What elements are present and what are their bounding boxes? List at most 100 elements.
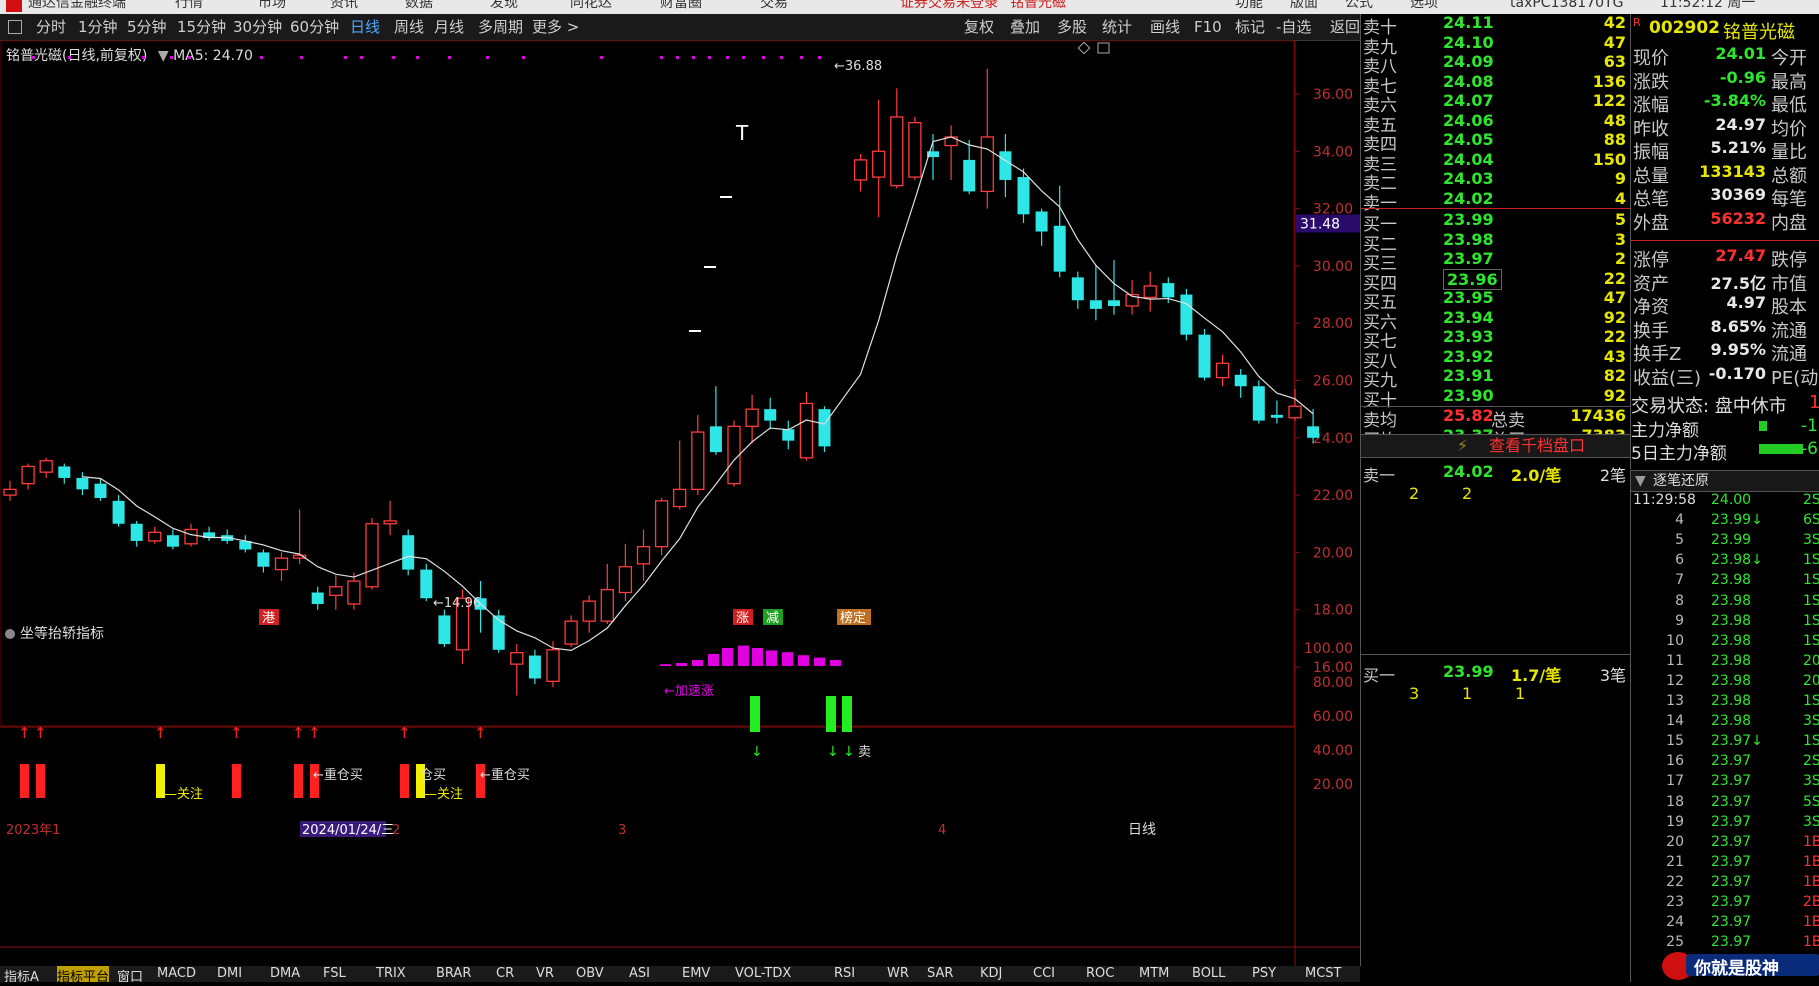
indicator-tab-18[interactable]: KDJ xyxy=(980,966,1002,981)
period-tab-8[interactable]: 月线 xyxy=(434,14,464,40)
topmenu-item-13[interactable]: 公式 xyxy=(1345,0,1373,10)
indicator-tab-11[interactable]: OBV xyxy=(576,966,604,981)
tool-btn-4[interactable]: 画线 xyxy=(1150,14,1180,40)
ob-price: 24.10 xyxy=(1443,32,1494,52)
period-tab-1[interactable]: 1分钟 xyxy=(78,14,118,40)
tool-btn-5[interactable]: F10 xyxy=(1194,14,1222,40)
signal-bar xyxy=(232,764,241,798)
indicator-tab-10[interactable]: VR xyxy=(536,966,554,981)
indicator-tab-2[interactable]: 窗口 xyxy=(117,966,143,982)
tick-row: 24 23.97 1B xyxy=(1666,914,1819,931)
indicator-tab-3[interactable]: MACD xyxy=(157,966,196,981)
topmenu-item-11[interactable]: 功能 xyxy=(1235,0,1263,10)
tool-btn-2[interactable]: 多股 xyxy=(1057,14,1087,40)
indicator-toggle-icon[interactable] xyxy=(5,629,15,639)
candle-body xyxy=(94,483,107,498)
maximize-icon[interactable] xyxy=(1097,42,1110,54)
indicator-tab-12[interactable]: ASI xyxy=(629,966,650,981)
topmenu-item-0[interactable]: 通达信金融终端 xyxy=(28,0,126,10)
indicator-tab-16[interactable]: WR xyxy=(887,966,909,981)
topmenu-item-7[interactable]: 财富圈 xyxy=(660,0,702,10)
tick-row: 5 23.99 3S xyxy=(1675,532,1819,549)
topmenu-item-3[interactable]: 资讯 xyxy=(330,0,358,10)
indicator-tab-6[interactable]: FSL xyxy=(323,966,346,981)
candle-body xyxy=(76,477,89,490)
x-axis-label-3: 3 xyxy=(618,823,626,838)
tick-list-header[interactable]: ▼ 逐笔还原 xyxy=(1631,470,1819,492)
sell1-queue-row[interactable]: 卖一 24.02 2.0/笔 2笔 xyxy=(1361,462,1630,486)
tick-row: 22 23.97 1B xyxy=(1666,873,1819,890)
topmenu-item-5[interactable]: 发现 xyxy=(490,0,518,10)
period-tab-6[interactable]: 日线 xyxy=(350,14,380,40)
accel-bar xyxy=(722,648,733,666)
topmenu-item-16[interactable]: 11:52:12 周一 xyxy=(1660,0,1755,10)
candle-body xyxy=(691,431,705,491)
window-menu-icon[interactable] xyxy=(8,20,22,34)
indicator-tab-0[interactable]: 指标A xyxy=(4,966,39,982)
period-tab-4[interactable]: 30分钟 xyxy=(233,14,282,40)
indicator-tab-21[interactable]: MTM xyxy=(1139,966,1169,981)
topmenu-item-9[interactable]: 证券交易未登录 xyxy=(900,0,998,10)
tool-btn-0[interactable]: 复权 xyxy=(964,14,994,40)
indicator-tab-24[interactable]: MCST xyxy=(1305,966,1342,981)
indicator-tab-8[interactable]: BRAR xyxy=(436,966,471,981)
topmenu-item-1[interactable]: 行情 xyxy=(175,0,203,10)
indicator-tab-7[interactable]: TRIX xyxy=(376,966,406,981)
candle-body xyxy=(112,500,125,524)
indicator-tab-14[interactable]: VOL-TDX xyxy=(735,966,791,981)
indicator-tab-5[interactable]: DMA xyxy=(270,966,300,981)
topmenu-item-10[interactable]: 铭普光磁 xyxy=(1010,0,1066,10)
period-tab-5[interactable]: 60分钟 xyxy=(290,14,339,40)
event-label-3: 榜定 xyxy=(840,610,866,626)
topmenu-item-14[interactable]: 选项 xyxy=(1410,0,1438,10)
accel-bar xyxy=(782,652,793,666)
y-tick-label: 34.00 xyxy=(1313,144,1353,160)
topmenu-item-15[interactable]: taxPC138170TG xyxy=(1510,0,1623,10)
bid-row-9[interactable]: 买十 23.90 92 xyxy=(1361,385,1630,411)
indicator-tab-15[interactable]: RSI xyxy=(834,966,855,981)
period-tab-10[interactable]: 更多 > xyxy=(532,14,579,40)
period-tab-3[interactable]: 15分钟 xyxy=(177,14,226,40)
indicator-tab-13[interactable]: EMV xyxy=(682,966,710,981)
indicator-tab-19[interactable]: CCI xyxy=(1033,966,1055,981)
top-marker-dot xyxy=(800,56,803,59)
period-tab-9[interactable]: 多周期 xyxy=(478,14,523,40)
topmenu-item-6[interactable]: 同花达 xyxy=(570,0,612,10)
level1000-button[interactable]: ⚡ 查看千档盘口 xyxy=(1361,434,1630,458)
current-price-label: 31.48 xyxy=(1300,216,1340,232)
diamond-icon[interactable] xyxy=(1077,41,1091,55)
indicator-tab-20[interactable]: ROC xyxy=(1086,966,1114,981)
top-marker-dot xyxy=(260,56,263,59)
main-chart-frame xyxy=(0,40,1295,727)
topmenu-item-4[interactable]: 数据 xyxy=(405,0,433,10)
indicator-tab-23[interactable]: PSY xyxy=(1252,966,1276,981)
top-marker-dot xyxy=(300,56,303,59)
topmenu-item-2[interactable]: 市场 xyxy=(258,0,286,10)
buy-arrow: ↑ xyxy=(398,724,411,742)
candle-body xyxy=(1215,362,1230,379)
period-tab-7[interactable]: 周线 xyxy=(394,14,424,40)
indicator-tab-9[interactable]: CR xyxy=(496,966,514,981)
ob-volume: 92 xyxy=(1603,385,1626,405)
high-price-label: ←36.88 xyxy=(834,59,882,74)
period-tab-0[interactable]: 分时 xyxy=(36,14,66,40)
tool-btn-7[interactable]: -自选 xyxy=(1276,14,1311,40)
candle-body xyxy=(727,425,741,485)
tool-btn-1[interactable]: 叠加 xyxy=(1010,14,1040,40)
buy1-queue-row[interactable]: 买一 23.99 1.7/笔 3笔 xyxy=(1361,662,1630,686)
indicator-tab-4[interactable]: DMI xyxy=(217,966,242,981)
indicator-title: 坐等抬轿指标 xyxy=(20,625,104,642)
topmenu-item-8[interactable]: 交易 xyxy=(760,0,788,10)
indicator-tab-22[interactable]: BOLL xyxy=(1192,966,1225,981)
topmenu-item-12[interactable]: 版面 xyxy=(1290,0,1318,10)
y-tick-label: 28.00 xyxy=(1313,316,1353,332)
tool-btn-3[interactable]: 统计 xyxy=(1102,14,1132,40)
indicator-tab-17[interactable]: SAR xyxy=(927,966,953,981)
kline-chart[interactable]: 36.0034.0032.0030.0028.0026.0024.0022.00… xyxy=(0,40,1360,966)
tool-btn-8[interactable]: 返回 xyxy=(1330,14,1360,40)
tool-btn-6[interactable]: 标记 xyxy=(1235,14,1265,40)
indicator-tab-1[interactable]: 指标平台 xyxy=(57,966,110,982)
period-tab-2[interactable]: 5分钟 xyxy=(127,14,167,40)
candle-body xyxy=(3,488,17,496)
accel-bar xyxy=(708,654,719,666)
